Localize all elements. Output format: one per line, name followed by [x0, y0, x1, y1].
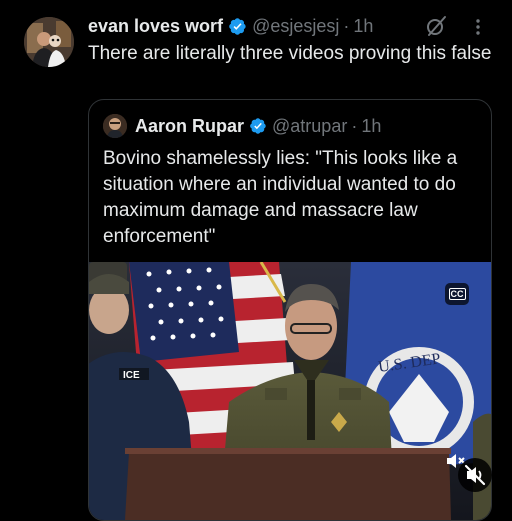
header-separator: · — [343, 15, 350, 36]
video-player[interactable]: U.S. DEP ICE CC — [89, 262, 491, 520]
grok-icon[interactable] — [424, 14, 448, 38]
author-avatar[interactable] — [24, 17, 74, 67]
author-display-name[interactable]: evan loves worf — [88, 16, 223, 37]
podium — [125, 448, 451, 520]
quoted-header-separator: · — [351, 115, 358, 136]
muted-speaker-icon — [464, 464, 486, 486]
quoted-post-timestamp[interactable]: 1h — [361, 116, 381, 137]
quoted-author-display-name[interactable]: Aaron Rupar — [135, 116, 244, 137]
quoted-author-avatar[interactable] — [103, 114, 127, 138]
video-frame: U.S. DEP ICE — [89, 262, 491, 520]
closed-captions-button[interactable]: CC — [445, 283, 469, 305]
author-handle[interactable]: @esjesjesj — [252, 16, 339, 37]
quoted-post-text: Bovino shamelessly lies: "This looks lik… — [103, 148, 458, 247]
post-text: There are literally three videos proving… — [88, 43, 492, 64]
post-timestamp[interactable]: 1h — [353, 16, 373, 37]
verified-badge-icon — [229, 17, 246, 35]
closed-captions-icon: CC — [448, 288, 466, 300]
quoted-post-card[interactable]: Aaron Rupar @atrupar · 1h Bovino shamele… — [88, 99, 492, 521]
quoted-post-header: Aaron Rupar @atrupar · 1h — [135, 114, 381, 138]
podium-top — [125, 448, 451, 454]
more-options-icon[interactable] — [474, 16, 482, 38]
verified-badge-icon — [250, 118, 266, 134]
quoted-author-handle[interactable]: @atrupar — [272, 116, 347, 137]
post-header: evan loves worf @esjesjesj · 1h — [88, 14, 373, 38]
mute-button[interactable] — [458, 458, 492, 492]
jacket-patch-text: ICE — [123, 370, 140, 381]
